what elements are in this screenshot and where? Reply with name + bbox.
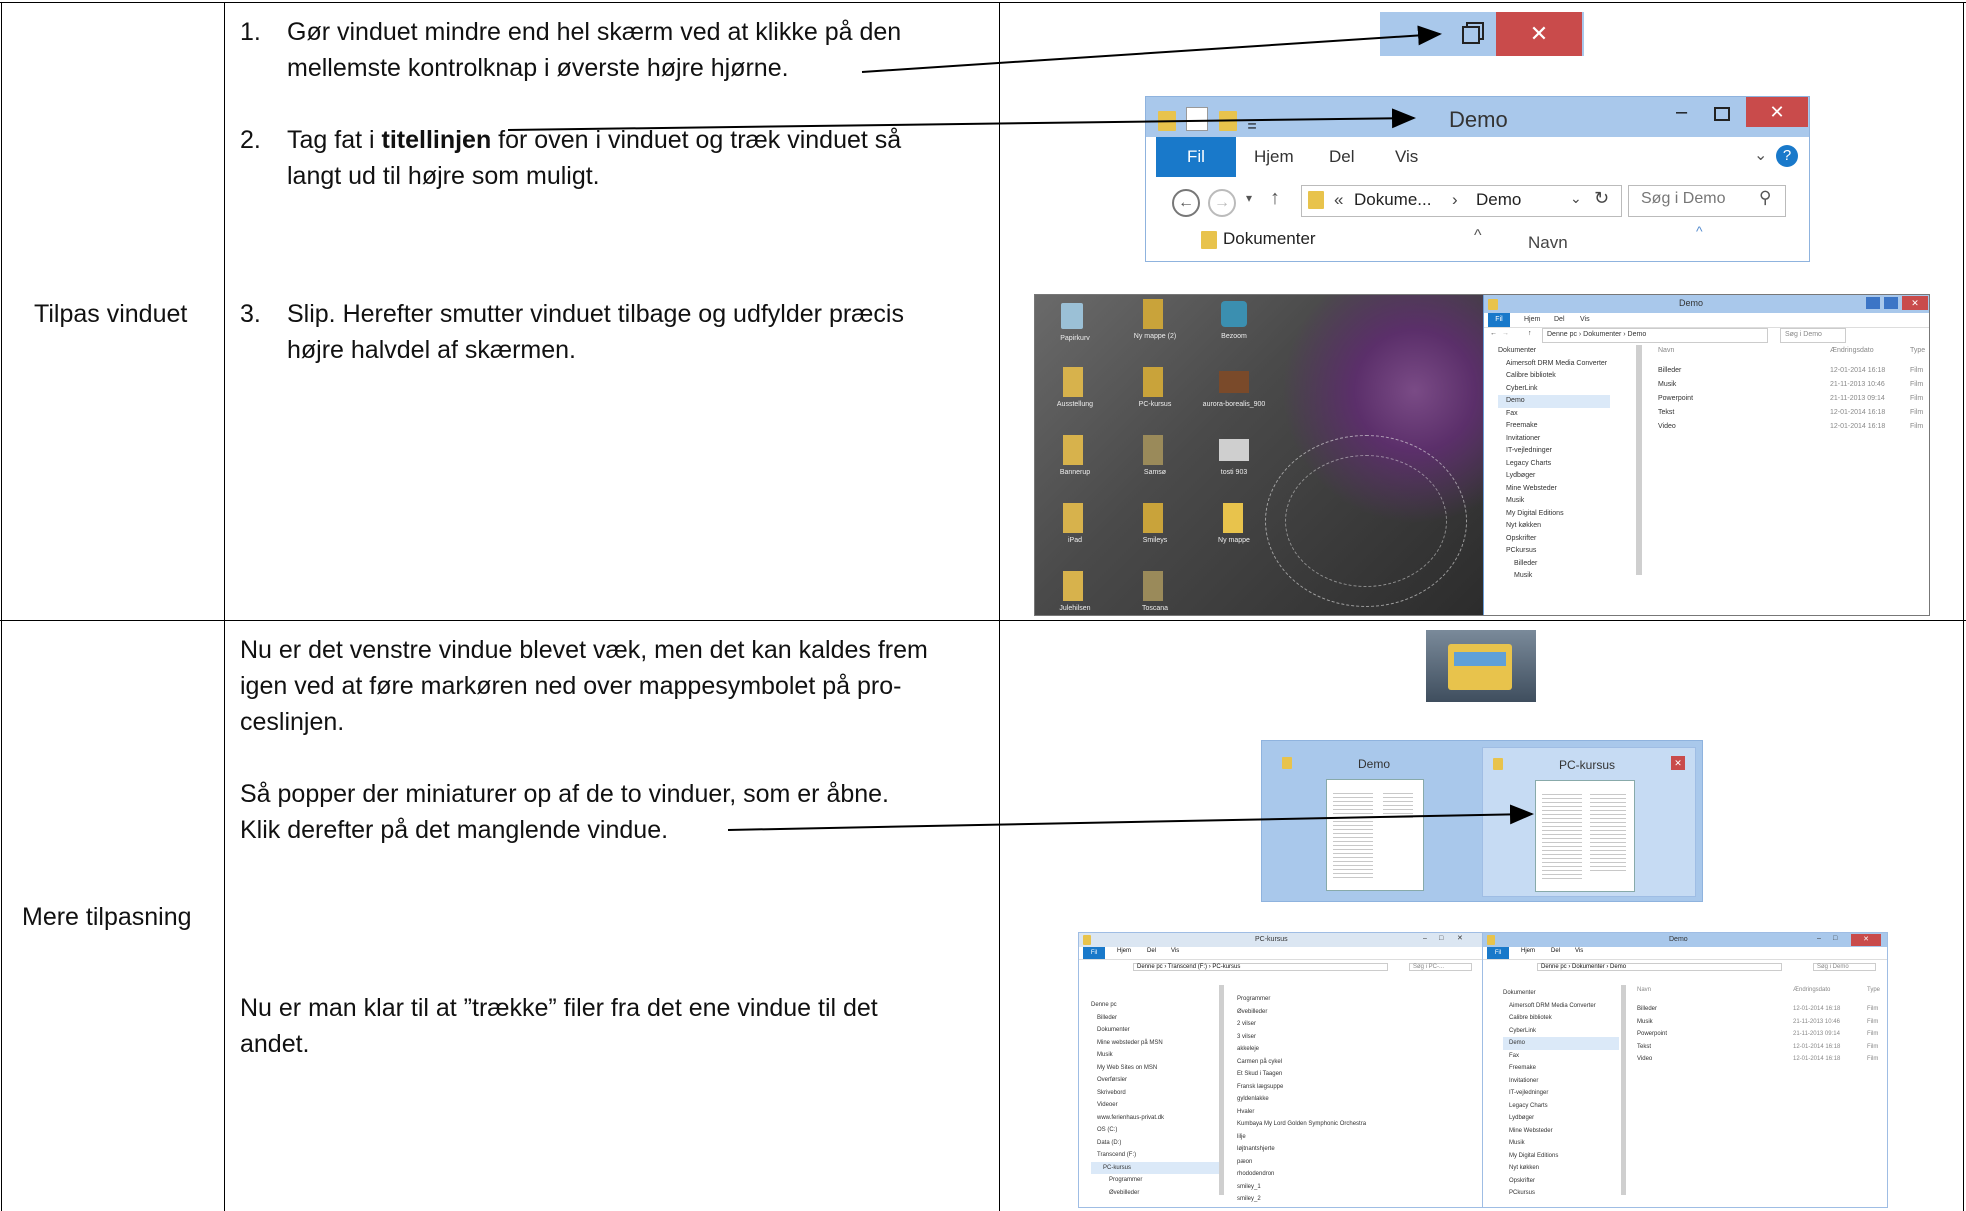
arrow-to-title-bar: [507, 108, 1416, 131]
arrow-to-restore-button: [861, 25, 1442, 73]
pointer-arrows: [507, 25, 1534, 831]
arrow-to-thumbnail: [727, 804, 1534, 831]
